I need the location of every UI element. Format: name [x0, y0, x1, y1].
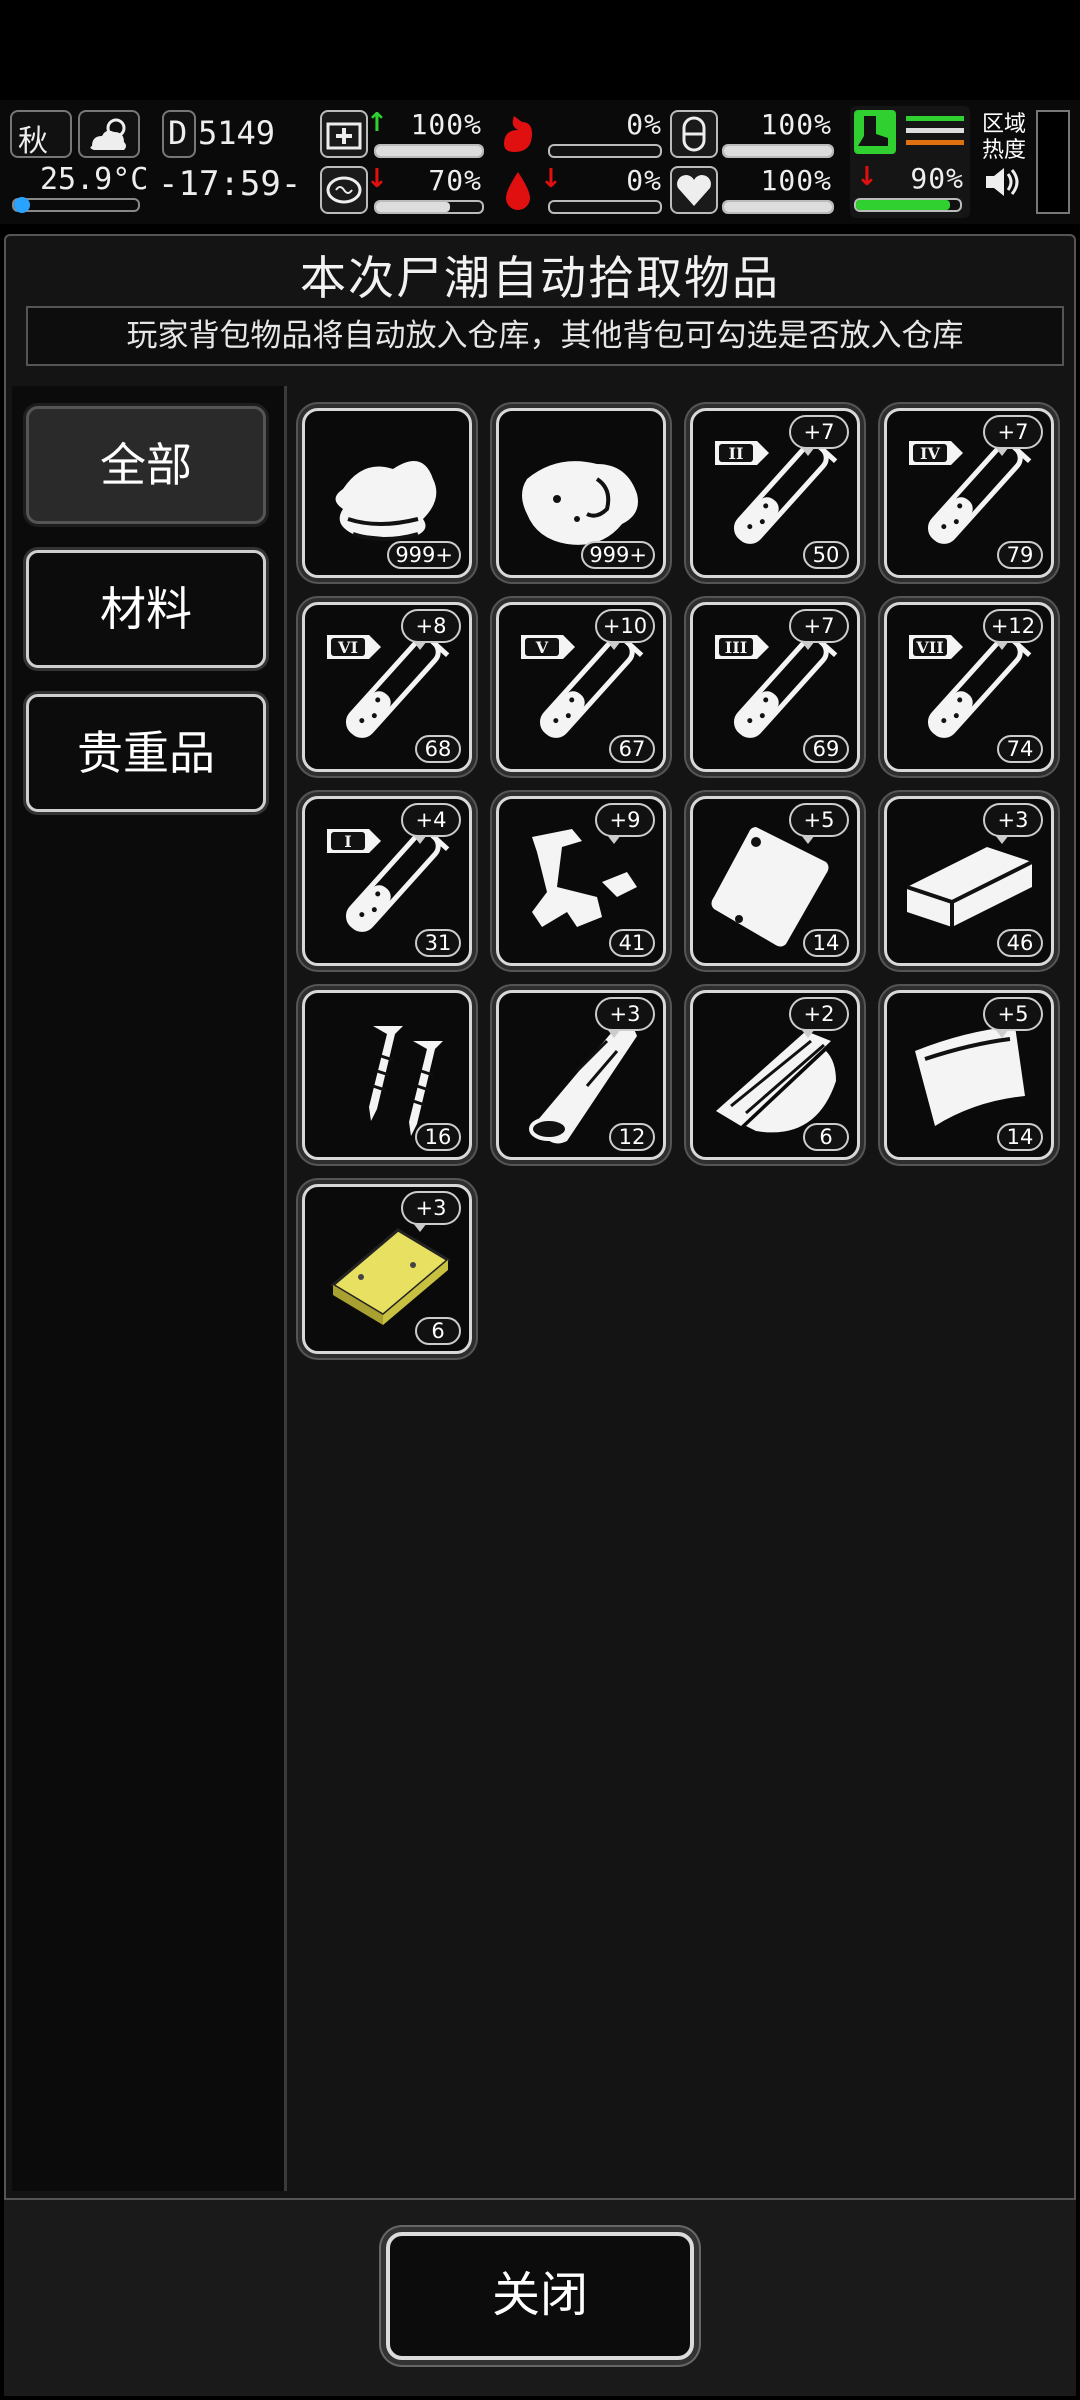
item-slot-test-tube-IV[interactable]: IV +7 79	[884, 408, 1054, 578]
item-slot-test-tube-V[interactable]: V +10 67	[496, 602, 666, 772]
quantity-badge: 41	[609, 929, 655, 957]
infection-bar	[854, 198, 962, 212]
boot-icon	[854, 110, 964, 154]
tab-materials[interactable]: 材料	[26, 550, 266, 668]
zone-heat-label: 区域 热度	[982, 112, 1027, 163]
item-slot-wood-planks[interactable]: +2 6	[690, 990, 860, 1160]
bonus-badge: +3	[983, 803, 1043, 844]
heart-icon	[670, 166, 718, 214]
bonus-badge: +7	[983, 415, 1043, 456]
quantity-badge: 79	[997, 541, 1043, 569]
quantity-badge: 50	[803, 541, 849, 569]
speaker-icon[interactable]	[982, 164, 1022, 200]
season-label: 秋	[18, 124, 48, 159]
weather-icon	[78, 110, 140, 158]
quantity-badge: 999+	[387, 541, 461, 569]
item-slot-wood-log[interactable]: +3 12	[496, 990, 666, 1160]
brain-icon	[320, 166, 368, 214]
panel-title: 本次尸潮自动拾取物品	[300, 251, 780, 305]
close-button[interactable]: 关闭	[386, 2232, 694, 2360]
temperature-readout: 25.9°C	[40, 162, 149, 197]
quantity-badge: 6	[415, 1317, 461, 1345]
bonus-badge: +12	[983, 609, 1043, 650]
status-bar: 秋 25.9°C D 5149 -17:59- ↑ 100% 0% 100% ↓…	[0, 100, 1080, 224]
mood-value: 100%	[760, 164, 832, 197]
stamina-bar	[722, 144, 834, 158]
infection-panel: ↓ 90%	[850, 106, 970, 218]
panel-subtitle: 玩家背包物品将自动放入仓库，其他背包可勾选是否放入仓库	[26, 306, 1064, 366]
svg-text:V: V	[535, 638, 549, 657]
svg-text:IV: IV	[920, 444, 940, 463]
item-slot-brick[interactable]: +3 46	[884, 796, 1054, 966]
item-slot-test-tube-VI[interactable]: VI +8 68	[302, 602, 472, 772]
quantity-badge: 16	[415, 1123, 461, 1151]
bonus-badge: +3	[401, 1191, 461, 1232]
item-slot-scrap-metal[interactable]: +9 41	[496, 796, 666, 966]
quantity-badge: 69	[803, 735, 849, 763]
heat-gauge	[1036, 110, 1070, 214]
quantity-badge: 31	[415, 929, 461, 957]
bonus-badge: +10	[595, 609, 655, 650]
mental-bar	[374, 200, 484, 214]
item-slot-test-tube-III[interactable]: III +7 69	[690, 602, 860, 772]
svg-text:VII: VII	[915, 638, 943, 657]
item-slot-leather-sheet[interactable]: +5 14	[884, 990, 1054, 1160]
bonus-badge: +7	[789, 609, 849, 650]
svg-text:II: II	[729, 444, 744, 463]
quantity-badge: 999+	[581, 541, 655, 569]
svg-text:I: I	[344, 832, 351, 851]
item-slot-gold-bar[interactable]: +3 6	[302, 1184, 472, 1354]
tab-all[interactable]: 全部	[26, 406, 266, 524]
stomach-icon	[494, 110, 542, 158]
day-icon: D	[162, 110, 196, 158]
quantity-badge: 67	[609, 735, 655, 763]
bonus-badge: +8	[401, 609, 461, 650]
mood-bar	[722, 200, 834, 214]
health-bar	[374, 144, 484, 158]
quantity-badge: 14	[997, 1123, 1043, 1151]
category-sidebar: 全部 材料 贵重品	[12, 386, 287, 2191]
hunger-bar	[548, 144, 662, 158]
zone-heat[interactable]: 区域 热度	[982, 112, 1028, 204]
bonus-badge: +5	[983, 997, 1043, 1038]
svg-text:III: III	[725, 638, 747, 657]
pickup-panel: 本次尸潮自动拾取物品 玩家背包物品将自动放入仓库，其他背包可勾选是否放入仓库 全…	[4, 234, 1076, 2392]
mental-value: 70%	[428, 164, 482, 197]
bonus-badge: +2	[789, 997, 849, 1038]
item-slot-cloth[interactable]: 999+	[302, 408, 472, 578]
health-value: 100%	[410, 108, 482, 141]
item-slot-test-tube-II[interactable]: II +7 50	[690, 408, 860, 578]
clock-readout: -17:59-	[158, 164, 302, 204]
quantity-badge: 6	[803, 1123, 849, 1151]
day-counter: 5149	[198, 114, 276, 152]
item-slot-screws[interactable]: 16	[302, 990, 472, 1160]
season-badge: 秋	[10, 110, 72, 159]
stamina-value: 100%	[760, 108, 832, 141]
bonus-badge: +5	[789, 803, 849, 844]
bonus-badge: +4	[401, 803, 461, 844]
bonus-badge: +9	[595, 803, 655, 844]
bonus-badge: +3	[595, 997, 655, 1038]
quantity-badge: 74	[997, 735, 1043, 763]
medkit-icon	[320, 110, 368, 158]
item-slot-meat[interactable]: 999+	[496, 408, 666, 578]
tab-valuables[interactable]: 贵重品	[26, 694, 266, 812]
quantity-badge: 68	[415, 735, 461, 763]
bonus-badge: +7	[789, 415, 849, 456]
item-slot-plastic-bag[interactable]: +5 14	[690, 796, 860, 966]
temperature-bar	[12, 197, 140, 213]
item-slot-test-tube-VII[interactable]: VII +12 74	[884, 602, 1054, 772]
hunger-value: 0%	[626, 108, 662, 141]
quantity-badge: 14	[803, 929, 849, 957]
quantity-badge: 46	[997, 929, 1043, 957]
pill-icon	[670, 110, 718, 158]
svg-text:VI: VI	[337, 638, 358, 657]
infection-value: 90%	[910, 162, 964, 195]
item-slot-test-tube-I[interactable]: I +4 31	[302, 796, 472, 966]
bleeding-bar	[548, 200, 662, 214]
blood-drop-icon	[494, 166, 542, 214]
bleeding-value: 0%	[626, 164, 662, 197]
quantity-badge: 12	[609, 1123, 655, 1151]
